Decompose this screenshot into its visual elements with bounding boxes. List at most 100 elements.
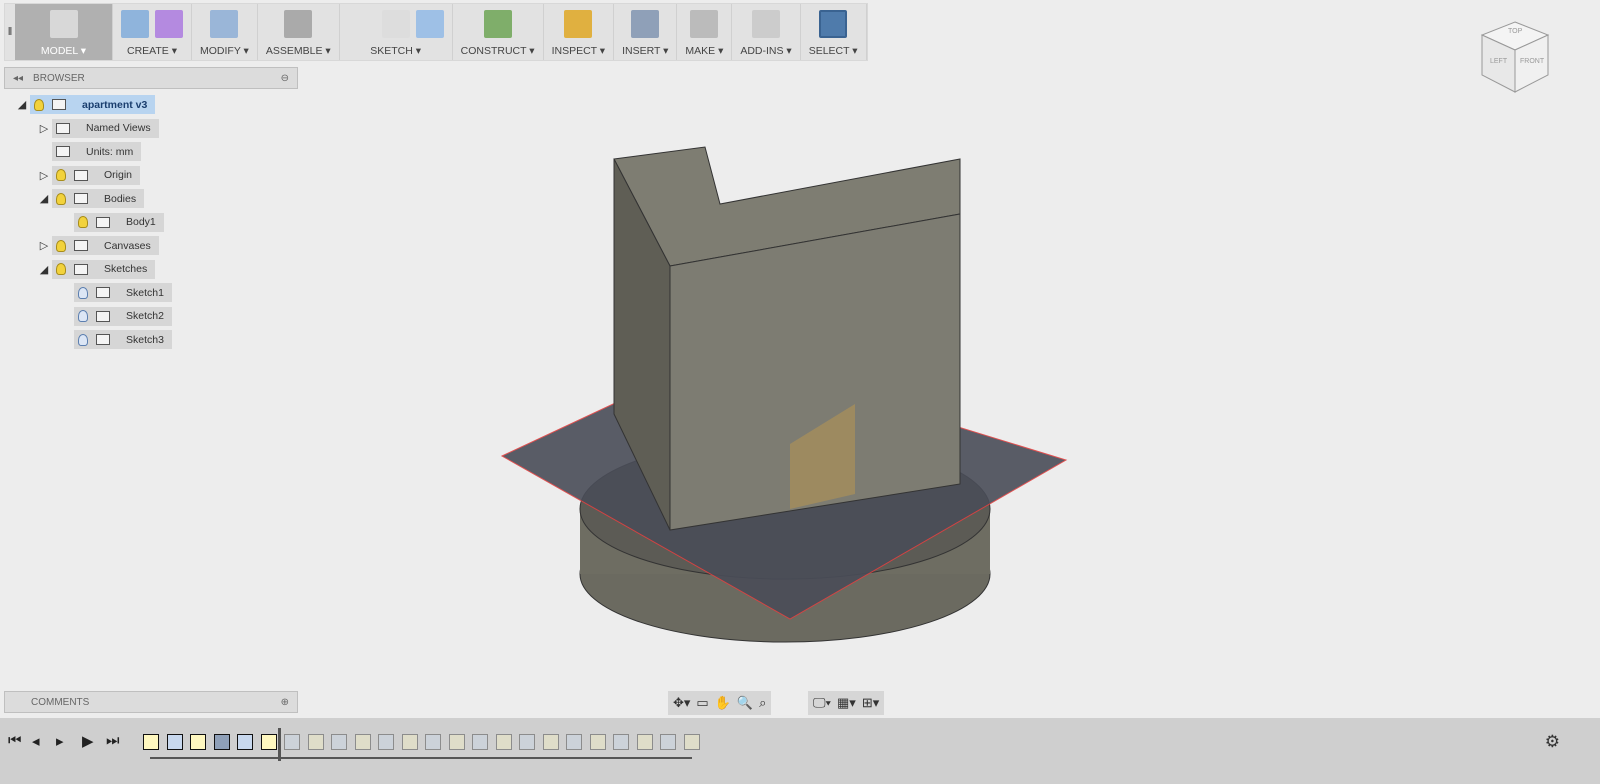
expand-icon[interactable]: ▷	[36, 239, 52, 252]
timeline-settings-icon[interactable]: ⚙	[1545, 732, 1560, 752]
collapse-icon[interactable]: ◂◂	[13, 73, 23, 84]
toolbar-group-inspect[interactable]: INSPECT ▾	[544, 4, 615, 60]
timeline-suppressed-feature-icon[interactable]	[354, 734, 371, 750]
expand-icon[interactable]: ▷	[36, 122, 52, 135]
toolbar-group-add-ins[interactable]: ADD-INS ▾	[732, 4, 801, 60]
measure-icon[interactable]	[564, 10, 593, 38]
timeline-sketch-icon[interactable]	[190, 734, 206, 750]
orbit-icon[interactable]: ✥▾	[673, 695, 690, 711]
look-at-icon[interactable]: ▭	[696, 695, 708, 711]
visibility-bulb-icon[interactable]	[56, 239, 66, 252]
browser-node[interactable]: Named Views	[52, 118, 159, 138]
timeline-extrude-icon[interactable]	[237, 734, 253, 750]
fit-icon[interactable]: ⌕	[759, 695, 766, 711]
browser-item[interactable]: ◢ Bodies	[36, 189, 145, 208]
toolbar-group-create[interactable]: CREATE ▾	[113, 4, 192, 60]
toolbar-group-sketch[interactable]: SKETCH ▾	[340, 4, 453, 60]
toolbar-group-model[interactable]: MODEL ▾	[15, 4, 113, 60]
scripts-icon[interactable]	[752, 10, 781, 38]
group-label[interactable]: SKETCH ▾	[370, 45, 421, 57]
timeline-sketch-icon[interactable]	[143, 734, 159, 750]
group-label[interactable]: ASSEMBLE ▾	[266, 45, 331, 57]
timeline-suppressed-feature-icon[interactable]	[660, 734, 676, 750]
group-label[interactable]: CREATE ▾	[127, 45, 177, 57]
expand-icon[interactable]: ◢	[14, 98, 30, 111]
timeline-control-0[interactable]: ⏮	[8, 732, 22, 749]
model-workspace-icon[interactable]	[49, 10, 78, 38]
timeline-suppressed-feature-icon[interactable]	[425, 734, 441, 750]
timeline-control-3[interactable]: ▶	[82, 732, 94, 750]
timeline-sketch-icon[interactable]	[260, 734, 277, 750]
timeline-suppressed-feature-icon[interactable]	[331, 734, 347, 750]
toolbar-group-assemble[interactable]: ASSEMBLE ▾	[258, 4, 340, 60]
viewcube-front[interactable]: FRONT	[1520, 58, 1544, 65]
minimize-icon[interactable]: ⊖	[281, 73, 289, 84]
viewports-icon[interactable]: ⊞▾	[862, 695, 879, 711]
group-label[interactable]: CONSTRUCT ▾	[461, 45, 535, 57]
browser-node[interactable]: Bodies	[52, 189, 145, 208]
joint-icon[interactable]	[284, 10, 313, 38]
timeline-suppressed-feature-icon[interactable]	[401, 734, 418, 750]
timeline-suppressed-feature-icon[interactable]	[284, 734, 300, 750]
visibility-bulb-icon[interactable]	[56, 169, 66, 181]
browser-item[interactable]: Sketch3	[58, 330, 172, 349]
visibility-bulb-icon[interactable]	[78, 286, 88, 299]
group-label[interactable]: MAKE ▾	[685, 45, 723, 57]
browser-node[interactable]: Sketch3	[74, 330, 172, 349]
browser-item[interactable]: ▷ Named Views	[36, 118, 159, 138]
rectangle-icon[interactable]	[381, 10, 410, 38]
group-label[interactable]: SELECT ▾	[809, 45, 858, 57]
timeline-suppressed-feature-icon[interactable]	[613, 734, 629, 750]
display-settings-icon[interactable]: 🖵▾	[813, 695, 831, 711]
toolbar-group-insert[interactable]: INSERT ▾	[614, 4, 678, 60]
toolbar-group-select[interactable]: SELECT ▾	[801, 4, 867, 60]
viewport-canvas[interactable]	[300, 64, 1300, 684]
add-comment-icon[interactable]: ⊕	[281, 697, 289, 708]
browser-item[interactable]: Sketch1	[58, 283, 172, 302]
group-label[interactable]: MODIFY ▾	[200, 45, 249, 57]
timeline-suppressed-feature-icon[interactable]	[566, 734, 582, 750]
toolbar-grip[interactable]: ‖	[5, 4, 15, 60]
plane-icon[interactable]	[483, 10, 512, 38]
visibility-bulb-icon[interactable]	[78, 310, 88, 322]
browser-node[interactable]: Body1	[74, 212, 164, 232]
browser-item[interactable]: ◢ Sketches	[36, 259, 156, 279]
browser-node[interactable]: apartment v3	[30, 95, 156, 114]
form-icon[interactable]	[155, 10, 183, 38]
visibility-bulb-icon[interactable]	[56, 192, 66, 205]
timeline-suppressed-feature-icon[interactable]	[448, 734, 465, 750]
group-label[interactable]: MODEL ▾	[41, 45, 86, 57]
timeline-suppressed-feature-icon[interactable]	[307, 734, 324, 750]
visibility-bulb-icon[interactable]	[78, 216, 88, 228]
box-icon[interactable]	[121, 10, 149, 38]
canvas-image-icon[interactable]	[631, 10, 660, 38]
toolbar-group-modify[interactable]: MODIFY ▾	[192, 4, 258, 60]
expand-icon[interactable]: ◢	[36, 263, 52, 276]
arc-icon[interactable]	[347, 10, 376, 38]
timeline-suppressed-feature-icon[interactable]	[378, 734, 394, 750]
browser-node[interactable]: Units: mm	[52, 142, 142, 161]
visibility-bulb-icon[interactable]	[56, 263, 66, 275]
timeline-marker[interactable]	[278, 728, 281, 761]
browser-item[interactable]: Sketch2	[58, 306, 172, 326]
toolbar-group-construct[interactable]: CONSTRUCT ▾	[453, 4, 544, 60]
browser-node[interactable]: Origin	[52, 165, 141, 185]
pan-icon[interactable]: ✋	[715, 695, 731, 711]
toolbar-group-make[interactable]: MAKE ▾	[677, 4, 733, 60]
group-label[interactable]: INSPECT ▾	[552, 45, 606, 57]
expand-icon[interactable]: ▷	[36, 169, 52, 182]
expand-icon[interactable]: ◢	[36, 192, 52, 205]
browser-item[interactable]: Body1	[58, 212, 164, 232]
grid-icon[interactable]: ▦▾	[837, 695, 856, 711]
browser-item[interactable]: ▷ Canvases	[36, 236, 159, 255]
timeline-suppressed-feature-icon[interactable]	[495, 734, 512, 750]
timeline-control-4[interactable]: ⏭	[106, 732, 120, 749]
timeline-extrude-icon[interactable]	[166, 734, 183, 750]
group-label[interactable]: INSERT ▾	[622, 45, 668, 57]
timeline-suppressed-feature-icon[interactable]	[589, 734, 606, 750]
viewcube-top[interactable]: TOP	[1508, 28, 1522, 35]
viewcube-left[interactable]: LEFT	[1490, 58, 1507, 65]
browser-node[interactable]: Sketches	[52, 259, 156, 279]
browser-item[interactable]: Units: mm	[36, 142, 142, 161]
group-label[interactable]: ADD-INS ▾	[740, 45, 791, 57]
